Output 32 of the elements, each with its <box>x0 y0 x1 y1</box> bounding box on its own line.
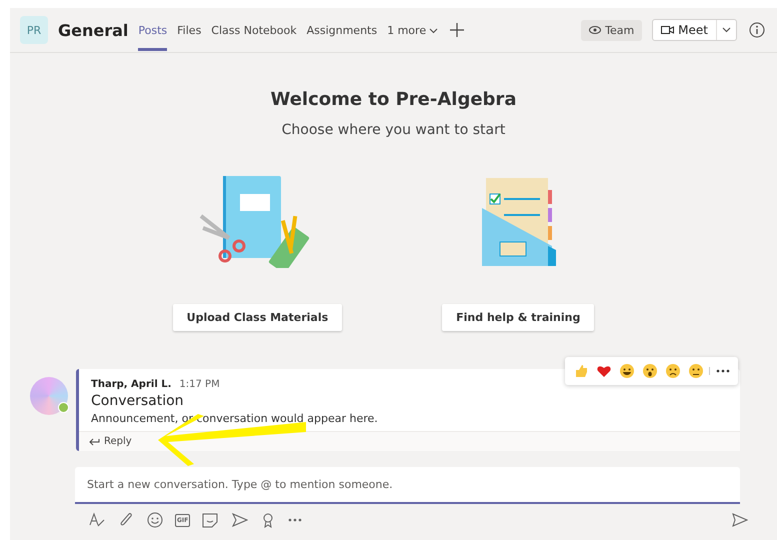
action-button[interactable]: Find help & training <box>442 304 594 331</box>
eye-icon <box>589 26 602 34</box>
reply-button[interactable]: Reply <box>89 436 132 447</box>
meet-now-icon[interactable] <box>230 510 250 530</box>
add-tab-icon[interactable] <box>448 21 466 39</box>
more-options-icon[interactable] <box>286 516 304 524</box>
compose-field[interactable]: Start a new conversation. Type @ to mention someone. <box>75 467 740 504</box>
channel-title: General <box>58 20 128 40</box>
welcome-title: Welcome to Pre-Algebra <box>270 89 516 110</box>
send-icon[interactable] <box>730 511 750 529</box>
sad-face-icon[interactable] <box>663 361 683 381</box>
info-icon[interactable] <box>747 20 767 40</box>
emoji-icon[interactable] <box>145 510 165 530</box>
tab[interactable]: Class Notebook <box>211 12 297 51</box>
team-button[interactable]: Team <box>581 20 642 40</box>
tab[interactable]: Files <box>177 12 202 51</box>
chevron-down-icon <box>429 28 438 34</box>
video-camera-icon <box>661 25 674 35</box>
team-avatar: PR <box>20 16 48 44</box>
author-name: Tharp, April L. <box>91 379 172 390</box>
laughing-face-icon[interactable] <box>617 361 637 381</box>
surprised-face-icon[interactable] <box>640 361 660 381</box>
message-time: 1:17 PM <box>179 379 220 390</box>
presence-icon <box>58 402 69 413</box>
more-tab[interactable]: 1 more <box>387 12 438 51</box>
reply-arrow-icon <box>89 438 100 446</box>
message-title: Conversation <box>91 393 185 409</box>
action-button[interactable]: Upload Class Materials <box>172 304 342 331</box>
more-options-icon[interactable] <box>709 367 732 375</box>
welcome-subtitle: Choose where you want to start <box>282 122 506 138</box>
tab[interactable]: Assignments <box>306 12 378 51</box>
tab[interactable]: Posts <box>138 12 168 51</box>
